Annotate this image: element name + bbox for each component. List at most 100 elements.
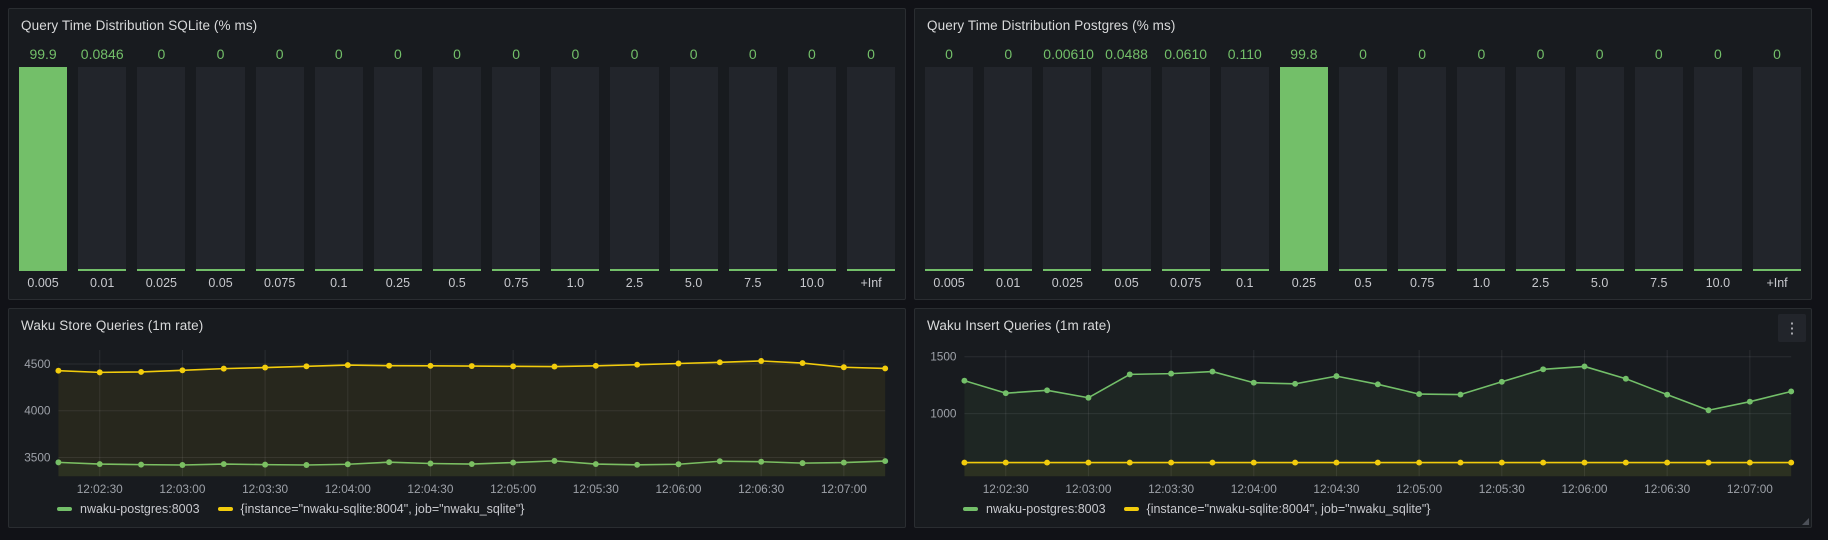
bar-fill [1162, 269, 1210, 271]
panel-menu-kebab-icon[interactable]: ⋮ [1778, 314, 1806, 342]
data-point [717, 359, 723, 365]
panel-query-time-sqlite: Query Time Distribution SQLite (% ms) 99… [8, 8, 906, 300]
data-point [1292, 460, 1298, 466]
histogram-bucket: 0.08460.01 [78, 43, 126, 293]
panel-query-time-postgres: Query Time Distribution Postgres (% ms) … [914, 8, 1812, 300]
bucket-label: 0.025 [137, 271, 185, 293]
legend-item-postgres[interactable]: nwaku-postgres:8003 [57, 502, 200, 516]
legend-item-sqlite[interactable]: {instance="nwaku-sqlite:8004", job="nwak… [1124, 502, 1431, 516]
bucket-label: 0.25 [1280, 271, 1328, 293]
data-point [510, 363, 516, 369]
bar-track [1339, 67, 1387, 271]
data-point [469, 363, 475, 369]
histogram-bucket: 99.90.005 [19, 43, 67, 293]
histogram-bucket: 0.1100.1 [1221, 43, 1269, 293]
histogram-bucket: 00.75 [1398, 43, 1446, 293]
bucket-label: +Inf [847, 271, 895, 293]
data-point [882, 365, 888, 371]
bucket-label: 5.0 [1576, 271, 1624, 293]
bucket-label: 7.5 [1635, 271, 1683, 293]
bucket-label: 10.0 [1694, 271, 1742, 293]
data-point [800, 360, 806, 366]
bar-value-label: 0 [925, 43, 973, 67]
data-point [1540, 366, 1546, 372]
histogram-bucket: 01.0 [1457, 43, 1505, 293]
timeseries-plot: 1000150012:02:3012:03:0012:03:3012:04:00… [921, 339, 1805, 499]
x-axis-tick: 12:02:30 [77, 482, 123, 496]
data-point [1664, 460, 1670, 466]
bar-value-label: 0 [256, 43, 304, 67]
bar-track [729, 67, 777, 271]
store-queries-chart: 35004000450012:02:3012:03:0012:03:3012:0… [9, 339, 905, 499]
bar-fill [1457, 269, 1505, 271]
histogram-bucket: 00.5 [1339, 43, 1387, 293]
panel-header: Waku Insert Queries (1m rate) [915, 309, 1811, 339]
x-axis-tick: 12:06:00 [655, 482, 701, 496]
data-point [1623, 460, 1629, 466]
sqlite-histogram: 99.90.0050.08460.0100.02500.0500.07500.1… [9, 39, 905, 299]
bar-track [78, 67, 126, 271]
bar-value-label: 0 [1576, 43, 1624, 67]
panel-title-store-queries[interactable]: Waku Store Queries (1m rate) [21, 318, 203, 333]
data-point [1747, 399, 1753, 405]
data-point [1334, 373, 1340, 379]
data-point [1251, 380, 1257, 386]
data-point [961, 460, 967, 466]
y-axis-tick: 4000 [24, 404, 51, 418]
data-point [1168, 460, 1174, 466]
data-point [552, 364, 558, 370]
panel-title-insert-queries[interactable]: Waku Insert Queries (1m rate) [927, 318, 1111, 333]
bar-track [433, 67, 481, 271]
bar-fill [551, 269, 599, 271]
bar-value-label: 0 [433, 43, 481, 67]
y-axis-tick: 3500 [24, 450, 51, 464]
bar-track [847, 67, 895, 271]
histogram-bucket: 0.04880.05 [1102, 43, 1150, 293]
histogram-bucket: 00.025 [137, 43, 185, 293]
bar-track [196, 67, 244, 271]
bar-value-label: 0 [1398, 43, 1446, 67]
chart-legend: nwaku-postgres:8003 {instance="nwaku-sql… [9, 499, 905, 527]
histogram-bucket: 02.5 [610, 43, 658, 293]
bar-track [551, 67, 599, 271]
histogram-bucket: 0 0.075 [256, 43, 304, 293]
bar-fill [19, 67, 67, 271]
bar-fill [610, 269, 658, 271]
panel-title-sqlite[interactable]: Query Time Distribution SQLite (% ms) [21, 18, 257, 33]
bar-value-label: 99.8 [1280, 43, 1328, 67]
x-axis-tick: 12:05:00 [490, 482, 536, 496]
data-point [1499, 379, 1505, 385]
insert-queries-chart: 1000150012:02:3012:03:0012:03:3012:04:00… [915, 339, 1811, 499]
data-point [676, 361, 682, 367]
histogram-bucket: 00.1 [315, 43, 363, 293]
legend-label: nwaku-postgres:8003 [80, 502, 200, 516]
panel-title-postgres[interactable]: Query Time Distribution Postgres (% ms) [927, 18, 1175, 33]
histogram-bucket: 07.5 [1635, 43, 1683, 293]
bar-value-label: 0 [1457, 43, 1505, 67]
panel-resize-handle[interactable] [1802, 518, 1809, 525]
bar-track [1102, 67, 1150, 271]
legend-item-postgres[interactable]: nwaku-postgres:8003 [963, 502, 1106, 516]
bucket-label: 0.01 [78, 271, 126, 293]
y-axis-tick: 4500 [24, 357, 51, 371]
bar-fill [1694, 269, 1742, 271]
bar-value-label: 0 [670, 43, 718, 67]
data-point [1209, 460, 1215, 466]
bucket-label: 1.0 [551, 271, 599, 293]
bar-value-label: 0.110 [1221, 43, 1269, 67]
bar-fill [374, 269, 422, 271]
legend-item-sqlite[interactable]: {instance="nwaku-sqlite:8004", job="nwak… [218, 502, 525, 516]
histogram-bucket: 00.005 [925, 43, 973, 293]
bucket-label: 0.075 [256, 271, 304, 293]
data-point [758, 358, 764, 364]
bar-value-label: 0 [1339, 43, 1387, 67]
data-point [1334, 460, 1340, 466]
series-swatch-yellow [1124, 507, 1139, 511]
data-point [386, 363, 392, 369]
panel-header: Query Time Distribution SQLite (% ms) [9, 9, 905, 39]
bucket-label: 0.025 [1043, 271, 1091, 293]
x-axis-tick: 12:04:00 [325, 482, 371, 496]
series-swatch-green [963, 507, 978, 511]
histogram-bucket: 0+Inf [1753, 43, 1801, 293]
bucket-label: 5.0 [670, 271, 718, 293]
